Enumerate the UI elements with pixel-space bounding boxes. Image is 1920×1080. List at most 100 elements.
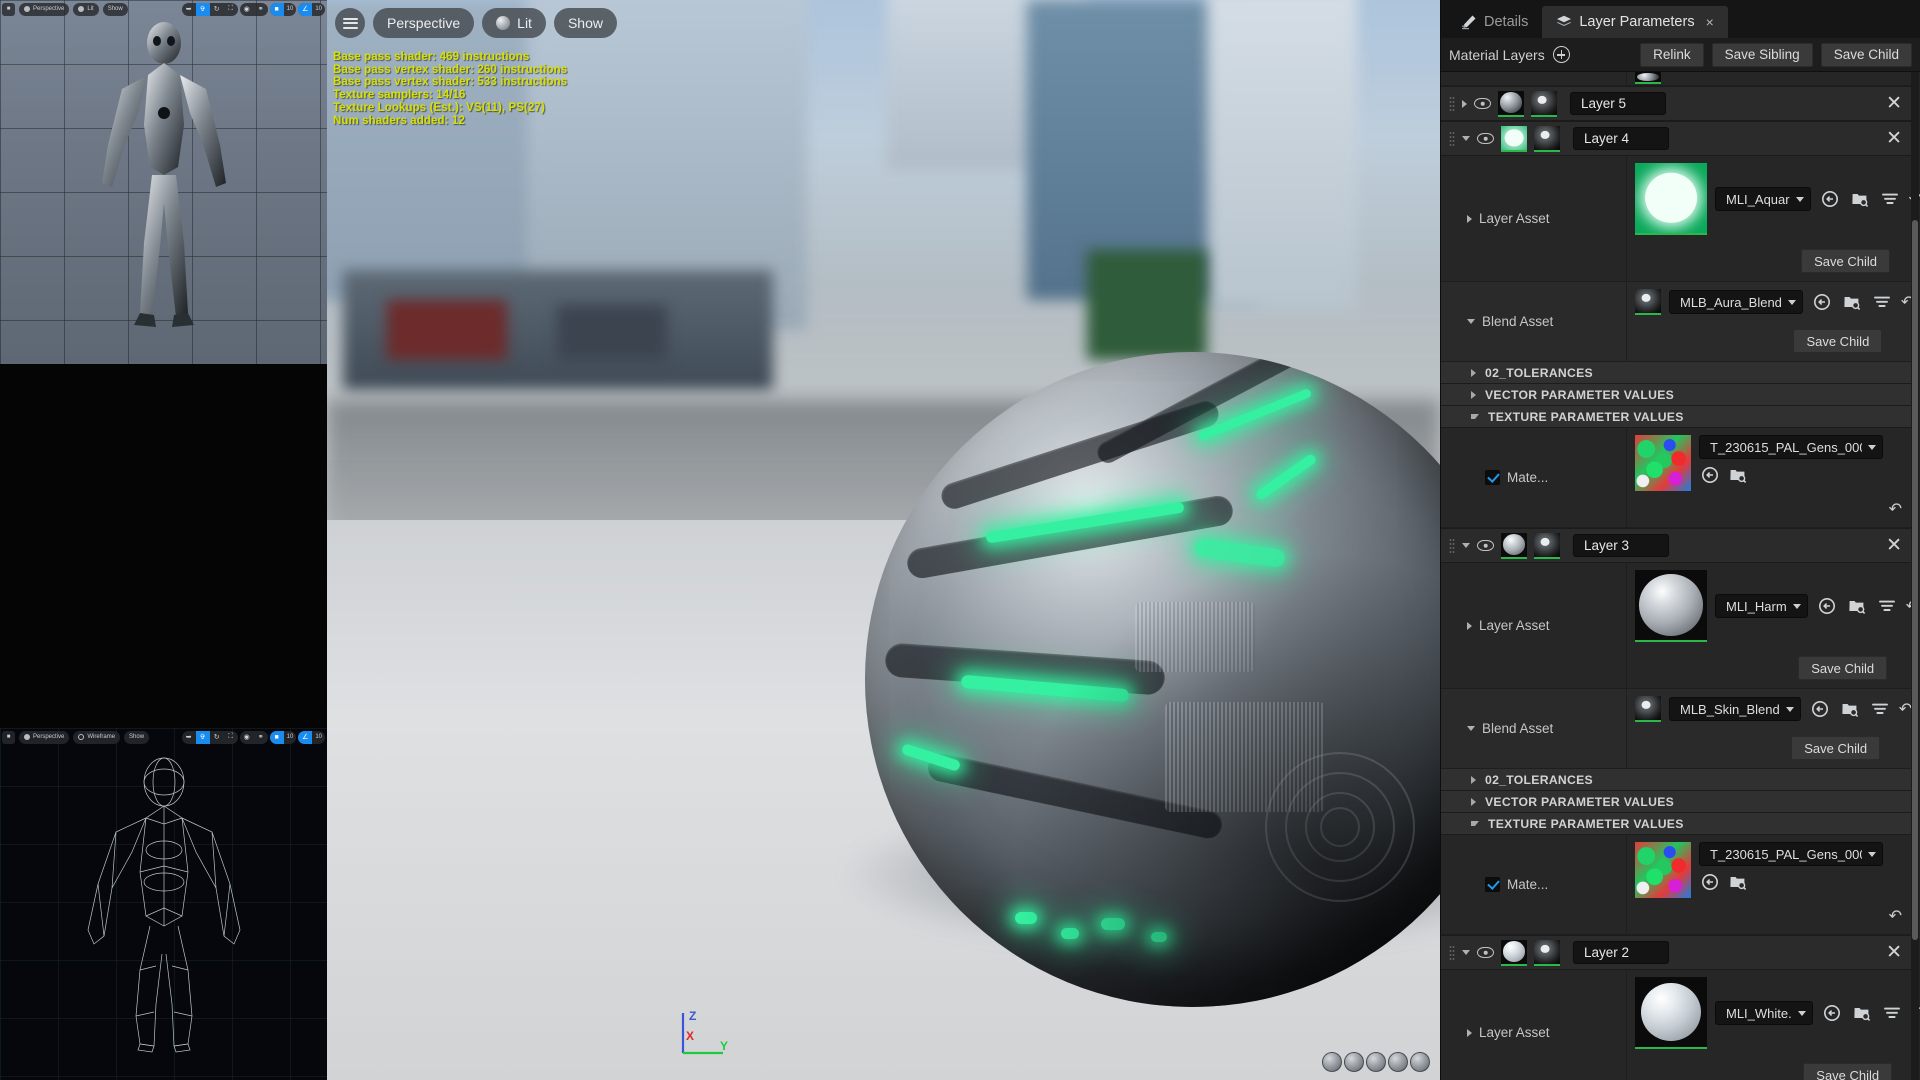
transform-tools-group[interactable]: ➥ ✞ ↻ ⛶ ◉ ⚭ ■ 10 ∠ 10 xyxy=(181,2,325,16)
angle-snap-value-bottom[interactable]: 10 xyxy=(312,731,325,744)
view-mode-button-bottom[interactable]: Wireframe xyxy=(73,730,121,744)
chevron-down-icon[interactable] xyxy=(1795,196,1804,202)
blend-asset-combo[interactable]: MLB_Skin_Blend xyxy=(1669,697,1801,721)
blend-thumbnail[interactable] xyxy=(1534,125,1560,152)
chevron-right-icon[interactable] xyxy=(1471,390,1476,399)
scale-tool-icon[interactable]: ⛶ xyxy=(224,731,238,744)
category-texture-params[interactable]: TEXTURE PARAMETER VALUES xyxy=(1441,406,1912,428)
cylinder-shape-button[interactable] xyxy=(1322,1052,1342,1072)
show-menu-button[interactable]: Show xyxy=(102,2,128,16)
use-selected-asset-icon[interactable] xyxy=(1876,595,1898,617)
blend-thumbnail[interactable] xyxy=(1534,939,1560,966)
drag-handle[interactable] xyxy=(1449,130,1455,147)
close-icon[interactable]: × xyxy=(1706,14,1714,30)
material-layers-toolbar[interactable]: Material Layers Relink Save Sibling Save… xyxy=(1441,38,1920,72)
texture-param-checkbox[interactable] xyxy=(1485,470,1500,485)
angle-snap-group[interactable]: ∠ 10 xyxy=(298,2,325,16)
layer-row[interactable]: Layer 3 ✕ xyxy=(1441,528,1912,563)
save-child-button[interactable]: Save Child xyxy=(1791,736,1881,760)
use-selected-asset-icon[interactable] xyxy=(1881,1002,1903,1024)
texture-thumbnail[interactable] xyxy=(1635,435,1691,491)
chevron-right-icon[interactable] xyxy=(1471,775,1476,784)
chevron-down-icon[interactable] xyxy=(1868,444,1876,450)
category-vector-params[interactable]: VECTOR PARAMETER VALUES xyxy=(1441,384,1912,406)
chevron-down-icon[interactable] xyxy=(1467,726,1475,731)
world-space-icon[interactable]: ◉ xyxy=(240,3,254,16)
show-menu-button-bottom[interactable]: Show xyxy=(124,730,150,744)
chevron-down-icon[interactable] xyxy=(1868,851,1876,857)
chevron-down-icon[interactable] xyxy=(1785,706,1794,712)
skeletal-mesh-viewport[interactable]: ■ Perspective Lit Show ➥ ✞ ↻ ⛶ ◉ ⚭ ■ 10 … xyxy=(0,0,327,364)
blend-asset-thumbnail[interactable] xyxy=(1635,696,1661,722)
chevron-down-icon[interactable] xyxy=(1787,299,1796,305)
grid-snap-icon[interactable]: ■ xyxy=(269,730,284,744)
open-asset-picker-icon[interactable] xyxy=(1849,188,1871,210)
remove-layer-icon[interactable]: ✕ xyxy=(1886,94,1902,113)
remove-layer-icon[interactable]: ✕ xyxy=(1886,536,1902,555)
eye-icon[interactable] xyxy=(1477,540,1494,551)
view-mode-button[interactable]: Lit xyxy=(73,2,99,16)
move-tool-icon[interactable]: ✞ xyxy=(195,730,210,744)
grid-snap-group-bottom[interactable]: ■ 10 xyxy=(269,730,297,744)
remove-layer-icon[interactable]: ✕ xyxy=(1886,943,1902,962)
tab-layer-parameters[interactable]: Layer Parameters × xyxy=(1542,6,1728,38)
chevron-down-icon[interactable] xyxy=(1462,136,1470,141)
gizmo-mode-group-bottom[interactable]: ➥ ✞ ↻ ⛶ xyxy=(181,730,238,744)
texture-combo[interactable]: T_230615_PAL_Gens_0002_Cc xyxy=(1699,435,1883,459)
eye-icon[interactable] xyxy=(1474,98,1491,109)
open-asset-picker-icon[interactable] xyxy=(1851,1002,1873,1024)
open-asset-picker-icon[interactable] xyxy=(1727,464,1749,486)
grid-snap-value[interactable]: 10 xyxy=(284,3,297,16)
preview-shape-toolbar[interactable] xyxy=(1322,1052,1430,1072)
open-asset-picker-icon[interactable] xyxy=(1846,595,1868,617)
layer-asset-thumbnail[interactable] xyxy=(1635,163,1707,235)
select-tool-icon[interactable]: ➥ xyxy=(182,3,196,16)
angle-snap-icon[interactable]: ∠ xyxy=(298,730,313,744)
drag-handle[interactable] xyxy=(1449,537,1455,554)
chevron-down-icon[interactable] xyxy=(1467,319,1475,324)
chevron-down-icon[interactable] xyxy=(1792,603,1801,609)
layer-thumbnail[interactable] xyxy=(1501,532,1527,559)
viewport-menu-button[interactable] xyxy=(335,8,365,38)
revert-icon[interactable]: ↶ xyxy=(1889,499,1908,519)
layer-row[interactable]: Layer 2 ✕ xyxy=(1441,935,1912,970)
save-child-button[interactable]: Save Child xyxy=(1820,42,1912,67)
texture-param-checkbox[interactable] xyxy=(1485,877,1500,892)
chevron-right-icon[interactable] xyxy=(1462,99,1467,108)
layer-list-scrollbar[interactable] xyxy=(1911,72,1919,1080)
use-selected-asset-icon[interactable] xyxy=(1879,188,1901,210)
layer-asset-combo[interactable]: MLI_Aquar xyxy=(1715,187,1811,211)
blend-asset-thumbnail[interactable] xyxy=(1635,289,1661,315)
save-sibling-button[interactable]: Save Sibling xyxy=(1711,42,1813,67)
chevron-down-icon[interactable] xyxy=(1462,950,1470,955)
relink-button[interactable]: Relink xyxy=(1640,42,1704,67)
wireframe-viewport[interactable]: ■ Perspective Wireframe Show ➥ ✞ ↻ ⛶ ◉ ⚭… xyxy=(0,728,327,1080)
save-child-button[interactable]: Save Child xyxy=(1793,329,1883,353)
viewport-menu-button[interactable]: ■ xyxy=(2,2,15,16)
move-tool-icon[interactable]: ✞ xyxy=(195,2,210,16)
category-tolerances[interactable]: 02_TOLERANCES xyxy=(1441,362,1912,384)
browse-to-asset-icon[interactable] xyxy=(1809,698,1831,720)
rotate-tool-icon[interactable]: ↻ xyxy=(210,731,224,744)
layer-thumbnail[interactable] xyxy=(1498,90,1524,117)
chevron-right-icon[interactable] xyxy=(1471,797,1476,806)
browse-to-asset-icon[interactable] xyxy=(1819,188,1841,210)
coordinate-space-group-bottom[interactable]: ◉ ⚭ xyxy=(239,730,268,744)
view-mode-button[interactable]: Lit xyxy=(482,8,546,38)
plane-shape-button[interactable] xyxy=(1366,1052,1386,1072)
layer-name-field[interactable]: Layer 3 xyxy=(1573,534,1669,557)
open-asset-picker-icon[interactable] xyxy=(1727,871,1749,893)
viewport-toolbar[interactable]: Perspective Lit Show xyxy=(335,8,617,38)
camera-mode-button-bottom[interactable]: Perspective xyxy=(19,730,70,744)
browse-to-asset-icon[interactable] xyxy=(1699,871,1721,893)
layer-name-field[interactable]: Layer 2 xyxy=(1573,941,1669,964)
chevron-right-icon[interactable] xyxy=(1467,1028,1472,1037)
rotate-tool-icon[interactable]: ↻ xyxy=(210,3,224,16)
layer-asset-thumbnail[interactable] xyxy=(1635,977,1707,1049)
blend-thumbnail[interactable] xyxy=(1534,532,1560,559)
texture-thumbnail[interactable] xyxy=(1635,842,1691,898)
plus-circle-icon[interactable] xyxy=(1552,46,1570,63)
layer-asset-combo[interactable]: MLI_White. xyxy=(1715,1001,1813,1025)
eye-icon[interactable] xyxy=(1477,133,1494,144)
custom-mesh-shape-button[interactable] xyxy=(1410,1052,1430,1072)
